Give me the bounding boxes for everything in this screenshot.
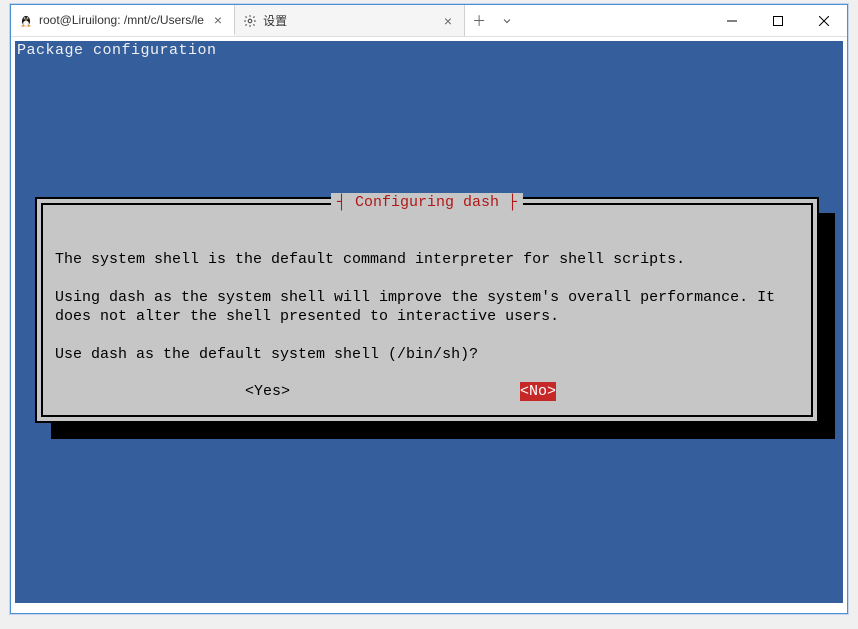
tab-close-button[interactable]: × xyxy=(210,12,226,28)
dialog-button-row: <Yes> <No> xyxy=(55,382,799,401)
dialog-border: ┤ Configuring dash ├ The system shell is… xyxy=(41,203,813,417)
maximize-button[interactable] xyxy=(755,5,801,37)
dialog-text-line: Use dash as the default system shell (/b… xyxy=(55,346,478,363)
terminal-viewport[interactable]: Package configuration ┤ Configuring dash… xyxy=(15,41,843,603)
tab-dropdown-button[interactable] xyxy=(493,5,521,36)
dialog-container: ┤ Configuring dash ├ The system shell is… xyxy=(35,197,819,423)
dialog-body: The system shell is the default command … xyxy=(55,231,799,364)
tab-close-button[interactable]: × xyxy=(440,13,456,29)
dialog-text-line: Using dash as the system shell will impr… xyxy=(55,289,775,306)
config-dialog: ┤ Configuring dash ├ The system shell is… xyxy=(35,197,819,423)
terminal-window: root@Liruilong: /mnt/c/Users/le × 设置 × ＋ xyxy=(10,4,848,614)
tab-terminal[interactable]: root@Liruilong: /mnt/c/Users/le × xyxy=(11,5,235,36)
tab-label: 设置 xyxy=(263,12,287,29)
titlebar: root@Liruilong: /mnt/c/Users/le × 设置 × ＋ xyxy=(11,5,847,37)
yes-button[interactable]: <Yes> xyxy=(245,382,290,401)
package-config-header: Package configuration xyxy=(15,41,843,60)
tab-label: root@Liruilong: /mnt/c/Users/le xyxy=(39,13,204,27)
no-button[interactable]: <No> xyxy=(520,382,556,401)
close-button[interactable] xyxy=(801,5,847,37)
dialog-title-text: Configuring dash xyxy=(355,194,499,211)
minimize-button[interactable] xyxy=(709,5,755,37)
window-controls xyxy=(709,5,847,36)
gear-icon xyxy=(243,14,257,28)
tab-settings[interactable]: 设置 × xyxy=(235,5,465,36)
tux-icon xyxy=(19,13,33,27)
dialog-text-line: does not alter the shell presented to in… xyxy=(55,308,559,325)
tabs-container: root@Liruilong: /mnt/c/Users/le × 设置 × ＋ xyxy=(11,5,709,36)
dialog-title: ┤ Configuring dash ├ xyxy=(331,193,523,212)
new-tab-button[interactable]: ＋ xyxy=(465,5,493,36)
dialog-text-line: The system shell is the default command … xyxy=(55,251,685,268)
